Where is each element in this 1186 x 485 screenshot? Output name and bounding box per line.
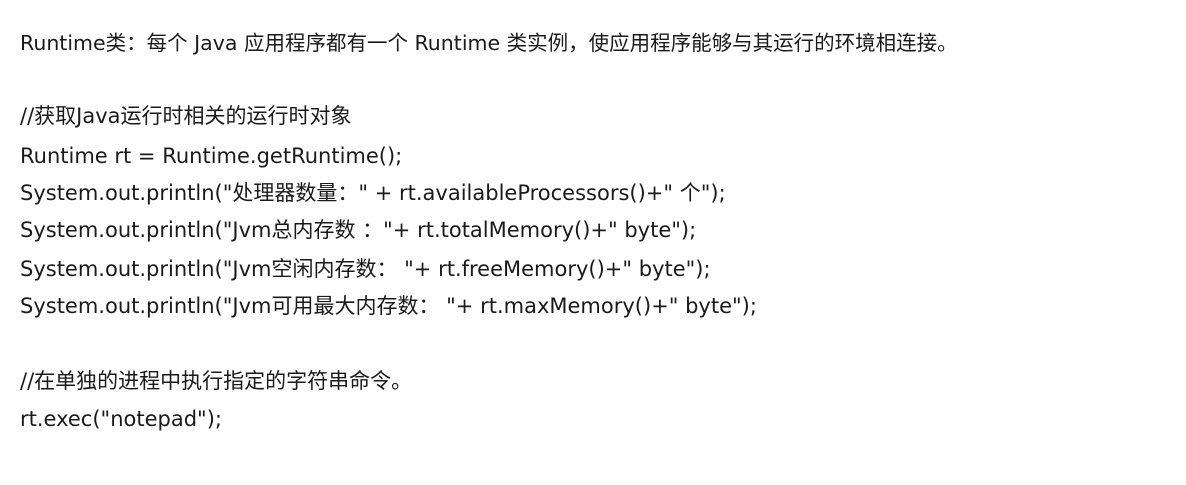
comment-get-runtime: //获取Java运行时相关的运行时对象 bbox=[20, 104, 352, 128]
code-line-processors: System.out.println("处理器数量：" + rt.availab… bbox=[20, 181, 726, 205]
document-page: Runtime类：每个 Java 应用程序都有一个 Runtime 类实例，使应… bbox=[0, 0, 1186, 485]
code-line-free-memory: System.out.println("Jvm空闲内存数： "+ rt.free… bbox=[20, 257, 711, 281]
comment-exec: //在单独的进程中执行指定的字符串命令。 bbox=[20, 369, 413, 393]
code-line-max-memory: System.out.println("Jvm可用最大内存数： "+ rt.ma… bbox=[20, 294, 757, 318]
code-line-total-memory: System.out.println("Jvm总内存数 ："+ rt.total… bbox=[20, 218, 697, 242]
code-line-exec: rt.exec("notepad"); bbox=[20, 407, 222, 431]
code-line-get-runtime: Runtime rt = Runtime.getRuntime(); bbox=[20, 144, 403, 168]
intro-paragraph: Runtime类：每个 Java 应用程序都有一个 Runtime 类实例，使应… bbox=[20, 31, 958, 55]
